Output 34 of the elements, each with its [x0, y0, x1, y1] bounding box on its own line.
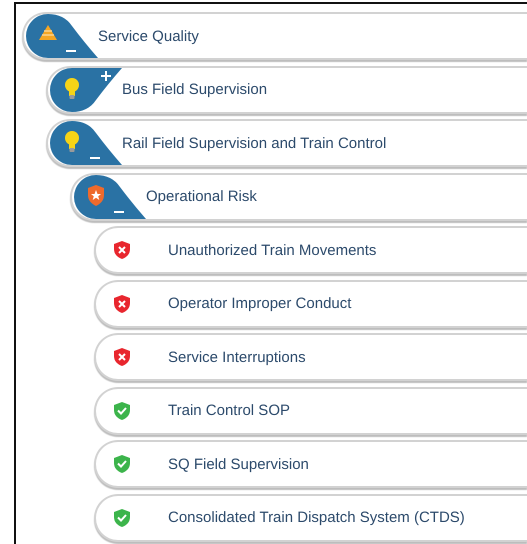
shield-check-icon [114, 402, 130, 420]
lightbulb-icon [65, 78, 79, 98]
node-label: Operator Improper Conduct [168, 295, 352, 312]
lightbulb-icon [65, 131, 79, 152]
tree-node[interactable]: Consolidated Train Dispatch System (CTDS) [94, 494, 527, 542]
node-label: Rail Field Supervision and Train Control [122, 134, 386, 152]
shield-x-icon [114, 294, 130, 312]
node-label: Unauthorized Train Movements [168, 242, 376, 258]
warning-icon [39, 25, 57, 40]
shield-icon [88, 184, 104, 206]
node-label: SQ Field Supervision [168, 456, 309, 472]
tree-node[interactable]: Service Interruptions [94, 333, 527, 381]
node-label: Consolidated Train Dispatch System (CTDS) [168, 509, 465, 526]
tree-node[interactable]: Operational Risk [70, 172, 527, 220]
node-badge [26, 14, 98, 58]
tree-node[interactable]: Rail Field Supervision and Train Control [46, 119, 527, 167]
tree-node[interactable]: Service Quality [22, 12, 527, 60]
shield-x-icon [114, 241, 130, 259]
node-label: Operational Risk [146, 188, 257, 205]
node-badge [50, 68, 122, 112]
tree-node[interactable]: Train Control SOP [94, 386, 527, 434]
tree-node[interactable]: Operator Improper Conduct [94, 280, 527, 328]
node-badge [50, 121, 122, 165]
tree-node[interactable]: SQ Field Supervision [94, 440, 527, 488]
tree-node[interactable]: Bus Field Supervision [46, 66, 527, 114]
node-label: Service Interruptions [168, 348, 306, 366]
node-label: Bus Field Supervision [122, 81, 268, 98]
shield-x-icon [114, 348, 130, 366]
expand-icon[interactable] [100, 70, 112, 82]
tree-node[interactable]: Unauthorized Train Movements [94, 226, 527, 274]
node-label: Train Control SOP [168, 402, 290, 419]
shield-check-icon [114, 508, 130, 526]
node-label: Service Quality [98, 28, 199, 44]
shield-check-icon [114, 455, 130, 473]
